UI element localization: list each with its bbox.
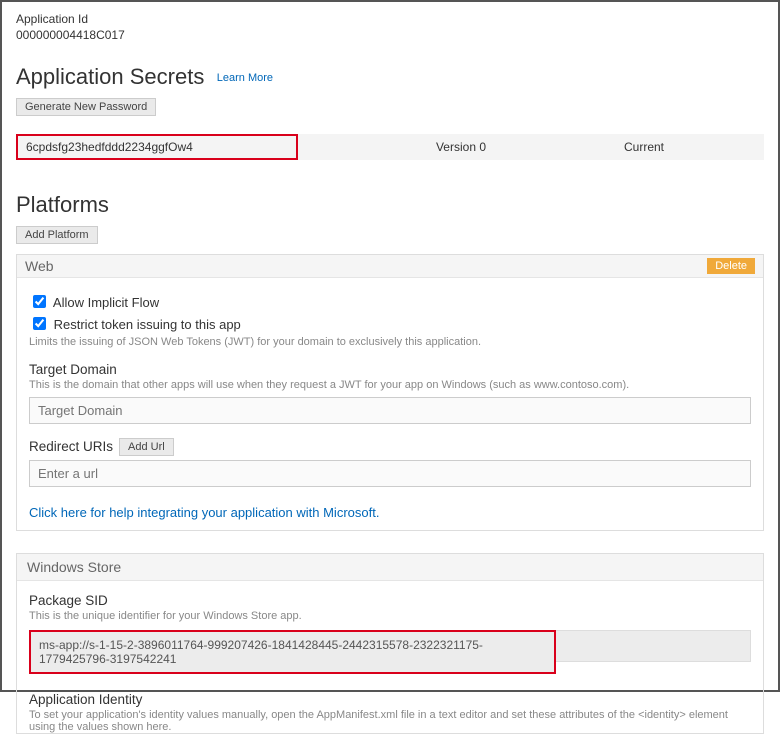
platforms-title: Platforms — [16, 192, 764, 218]
secret-row: 6cpdsfg23hedfddd2234ggfOw4 Version 0 Cur… — [16, 134, 764, 160]
application-identity-help: To set your application's identity value… — [29, 709, 751, 733]
add-url-button[interactable]: Add Url — [119, 438, 174, 456]
redirect-uri-input[interactable] — [29, 460, 751, 487]
web-header-label: Web — [25, 258, 54, 274]
secret-password-value: 6cpdsfg23hedfddd2234ggfOw4 — [16, 134, 298, 160]
application-identity-label: Application Identity — [29, 692, 751, 707]
secret-version: Version 0 — [298, 140, 624, 154]
allow-implicit-flow-label: Allow Implicit Flow — [53, 295, 159, 310]
application-secrets-title: Application Secrets — [16, 64, 204, 90]
learn-more-link[interactable]: Learn More — [217, 72, 273, 84]
target-domain-input[interactable] — [29, 397, 751, 424]
generate-new-password-button[interactable]: Generate New Password — [16, 98, 156, 116]
windows-store-panel: Windows Store Package SID This is the un… — [16, 553, 764, 734]
windows-store-header: Windows Store — [17, 554, 763, 581]
restrict-token-checkbox[interactable] — [33, 317, 46, 330]
restrict-token-help: Limits the issuing of JSON Web Tokens (J… — [29, 336, 751, 348]
add-platform-button[interactable]: Add Platform — [16, 226, 98, 244]
target-domain-label: Target Domain — [29, 362, 751, 377]
package-sid-field-extension — [556, 630, 751, 662]
redirect-uris-label: Redirect URIs — [29, 439, 113, 454]
restrict-token-label: Restrict token issuing to this app — [54, 317, 241, 332]
target-domain-help: This is the domain that other apps will … — [29, 379, 751, 391]
web-panel: Web Delete Allow Implicit Flow Restrict … — [16, 254, 764, 531]
delete-button[interactable]: Delete — [707, 258, 755, 274]
application-id-label: Application Id — [16, 12, 764, 26]
application-id-value: 000000004418C017 — [16, 28, 764, 42]
secret-status: Current — [624, 140, 764, 154]
package-sid-help: This is the unique identifier for your W… — [29, 610, 751, 622]
package-sid-value: ms-app://s-1-15-2-3896011764-999207426-1… — [29, 630, 556, 674]
integration-help-link[interactable]: Click here for help integrating your app… — [29, 505, 751, 520]
web-panel-header: Web Delete — [17, 255, 763, 278]
package-sid-label: Package SID — [29, 593, 751, 608]
allow-implicit-flow-checkbox[interactable] — [33, 295, 46, 308]
